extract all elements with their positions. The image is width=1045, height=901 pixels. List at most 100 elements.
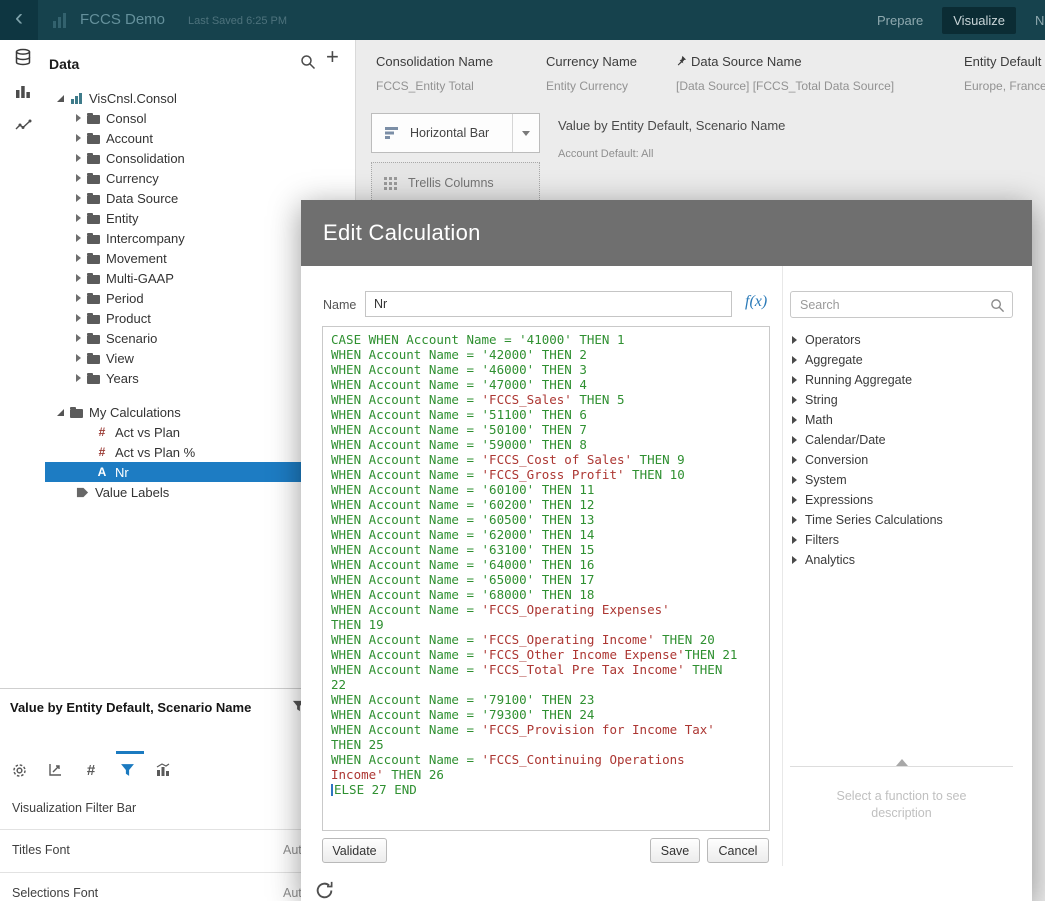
calc-item-label: Nr [115,465,129,480]
cancel-button[interactable]: Cancel [707,838,769,863]
tab-axes[interactable] [44,759,66,781]
grammar-field-currency-name[interactable]: Currency NameEntity Currency [546,54,637,93]
horizontal-bar-icon [384,126,400,140]
dropdown-chevron-icon[interactable] [512,114,539,152]
function-category-analytics[interactable]: Analytics [790,550,1013,570]
collapse-up-icon[interactable] [896,759,908,766]
function-search-input[interactable] [791,292,1012,317]
expand-icon[interactable] [76,134,81,142]
collapse-icon[interactable] [57,409,64,416]
tab-general[interactable] [8,759,30,781]
folder-label: Currency [106,171,159,186]
expand-icon[interactable] [76,194,81,202]
application-window: ‹ FCCS Demo Last Saved 6:25 PM PrepareVi… [0,0,1045,901]
expand-icon[interactable] [76,354,81,362]
expand-icon[interactable] [76,374,81,382]
active-tab-indicator [116,751,144,754]
function-category-string[interactable]: String [790,390,1013,410]
code-line: Income' THEN 26 [331,767,761,782]
expand-icon[interactable] [76,314,81,322]
tree-folder-currency[interactable]: Currency [45,168,355,188]
expand-icon[interactable] [792,416,797,424]
expand-icon[interactable] [792,536,797,544]
expand-icon[interactable] [792,556,797,564]
search-icon[interactable] [300,54,316,70]
grammar-field-value: Europe, France [964,79,1045,93]
tree-root-viscnsl-consol[interactable]: VisCnsl.Consol [45,88,355,108]
category-label: Filters [805,533,839,547]
analytics-panel-tab[interactable] [0,108,45,142]
trend-line-icon [14,116,32,134]
expand-icon[interactable] [792,436,797,444]
expand-icon[interactable] [792,336,797,344]
expand-icon[interactable] [76,214,81,222]
tree-folder-consolidation[interactable]: Consolidation [45,148,355,168]
function-category-math[interactable]: Math [790,410,1013,430]
collapse-icon[interactable] [57,95,64,102]
tab-filters[interactable] [116,759,138,781]
function-category-operators[interactable]: Operators [790,330,1013,350]
grammar-field-consolidation-name[interactable]: Consolidation NameFCCS_Entity Total [376,54,493,93]
grammar-field-data-source-name[interactable]: Data Source Name[Data Source] [FCCS_Tota… [676,54,894,93]
tab-values[interactable]: # [80,759,102,781]
trellis-columns-dropzone[interactable]: Trellis Columns [371,162,540,204]
tab-analytics[interactable] [152,759,174,781]
save-button[interactable]: Save [650,838,700,863]
expand-icon[interactable] [792,516,797,524]
expand-icon[interactable] [76,234,81,242]
expand-icon[interactable] [76,334,81,342]
refresh-icon[interactable] [314,880,335,901]
code-line: WHEN Account Name = 'FCCS_Operating Expe… [331,602,761,617]
category-label: System [805,473,847,487]
folder-icon [87,215,100,224]
visualizations-panel-tab[interactable] [0,74,45,108]
expand-icon[interactable] [76,274,81,282]
category-label: Expressions [805,493,873,507]
validate-button[interactable]: Validate [322,838,387,863]
function-category-filters[interactable]: Filters [790,530,1013,550]
expand-icon[interactable] [792,476,797,484]
tree-folder-account[interactable]: Account [45,128,355,148]
expand-icon[interactable] [792,376,797,384]
tree-folder-consol[interactable]: Consol [45,108,355,128]
grammar-field-value: FCCS_Entity Total [376,79,493,93]
pin-icon[interactable] [676,54,687,69]
function-category-system[interactable]: System [790,470,1013,490]
function-category-aggregate[interactable]: Aggregate [790,350,1013,370]
folder-label: View [106,351,134,366]
expand-icon[interactable] [76,294,81,302]
function-category-time-series-calculations[interactable]: Time Series Calculations [790,510,1013,530]
grammar-field-entity-default[interactable]: Entity DefaultEurope, France [964,54,1045,93]
back-button[interactable]: ‹ [0,0,38,40]
folder-label: Period [106,291,144,306]
left-rail [0,40,45,688]
nav-visualize[interactable]: Visualize [942,7,1016,34]
expand-icon[interactable] [76,174,81,182]
expand-icon[interactable] [76,254,81,262]
function-category-running-aggregate[interactable]: Running Aggregate [790,370,1013,390]
category-label: Analytics [805,553,855,567]
description-splitter[interactable] [790,766,1013,767]
folder-icon [87,255,100,264]
add-data-icon[interactable]: + [326,44,339,70]
folder-icon [87,195,100,204]
data-panel-tab[interactable] [0,40,45,74]
axes-icon [47,762,63,778]
name-input[interactable] [365,291,732,317]
function-category-calendar-date[interactable]: Calendar/Date [790,430,1013,450]
expand-icon[interactable] [76,114,81,122]
expression-editor[interactable]: CASE WHEN Account Name = '41000' THEN 1W… [322,326,770,831]
viz-type-selector[interactable]: Horizontal Bar [371,113,540,153]
expand-icon[interactable] [792,396,797,404]
nav-prepare[interactable]: Prepare [866,7,934,34]
expand-icon[interactable] [76,154,81,162]
nav-narrate[interactable]: Narrate [1024,7,1045,34]
function-category-conversion[interactable]: Conversion [790,450,1013,470]
code-line: WHEN Account Name = '51100' THEN 6 [331,407,761,422]
expand-icon[interactable] [792,496,797,504]
function-category-expressions[interactable]: Expressions [790,490,1013,510]
expand-icon[interactable] [792,456,797,464]
fx-button[interactable]: f(x) [745,293,767,311]
function-search [790,291,1013,318]
expand-icon[interactable] [792,356,797,364]
